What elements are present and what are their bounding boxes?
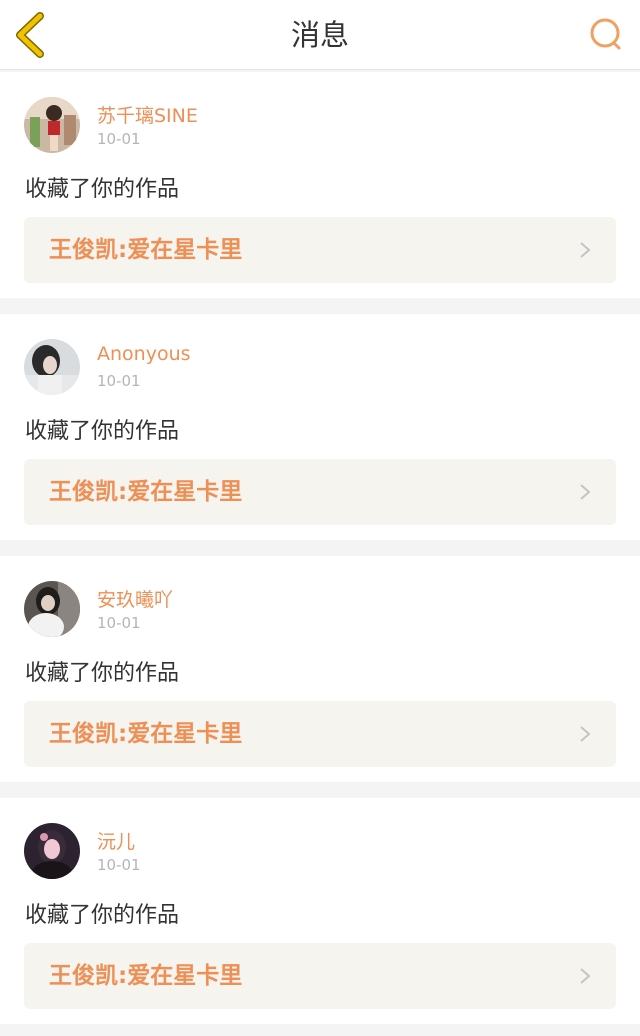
chevron-right-icon [580, 968, 591, 984]
top-bar: 消息 [0, 0, 640, 70]
action-text: 收藏了你的作品 [25, 419, 180, 444]
work-title: 王俊凯:爱在星卡里 [49, 479, 243, 505]
work-link[interactable]: 王俊凯:爱在星卡里 [24, 701, 616, 767]
work-title: 王俊凯:爱在星卡里 [49, 963, 243, 989]
work-link[interactable]: 王俊凯:爱在星卡里 [24, 459, 616, 525]
page-title: 消息 [290, 18, 349, 52]
chevron-right-icon [580, 484, 591, 500]
message-card: 沅儿 10-01 收藏了你的作品 王俊凯:爱在星卡里 [0, 798, 640, 1024]
username[interactable]: 安玖曦吖 [97, 585, 173, 612]
avatar[interactable] [24, 97, 80, 153]
search-icon [590, 18, 621, 50]
avatar[interactable] [24, 581, 80, 637]
work-title: 王俊凯:爱在星卡里 [49, 721, 243, 747]
work-link[interactable]: 王俊凯:爱在星卡里 [24, 943, 616, 1009]
avatar[interactable] [24, 823, 80, 879]
message-date: 10-01 [97, 372, 141, 390]
work-title: 王俊凯:爱在星卡里 [49, 237, 243, 263]
search-button[interactable] [586, 14, 628, 56]
message-card: 安玖曦吖 10-01 收藏了你的作品 王俊凯:爱在星卡里 [0, 556, 640, 782]
username[interactable]: Anonyous [97, 343, 191, 365]
chevron-right-icon [580, 242, 591, 258]
work-link[interactable]: 王俊凯:爱在星卡里 [24, 217, 616, 283]
message-card: 苏千璃SINE 10-01 收藏了你的作品 王俊凯:爱在星卡里 [0, 72, 640, 298]
chevron-right-icon [580, 726, 591, 742]
action-text: 收藏了你的作品 [25, 903, 180, 928]
action-text: 收藏了你的作品 [25, 661, 180, 686]
username[interactable]: 苏千璃SINE [97, 101, 198, 128]
action-text: 收藏了你的作品 [25, 177, 180, 202]
message-date: 10-01 [97, 130, 141, 148]
avatar[interactable] [24, 339, 80, 395]
message-card: Anonyous 10-01 收藏了你的作品 王俊凯:爱在星卡里 [0, 314, 640, 540]
message-date: 10-01 [97, 856, 141, 874]
username[interactable]: 沅儿 [97, 827, 135, 854]
message-date: 10-01 [97, 614, 141, 632]
